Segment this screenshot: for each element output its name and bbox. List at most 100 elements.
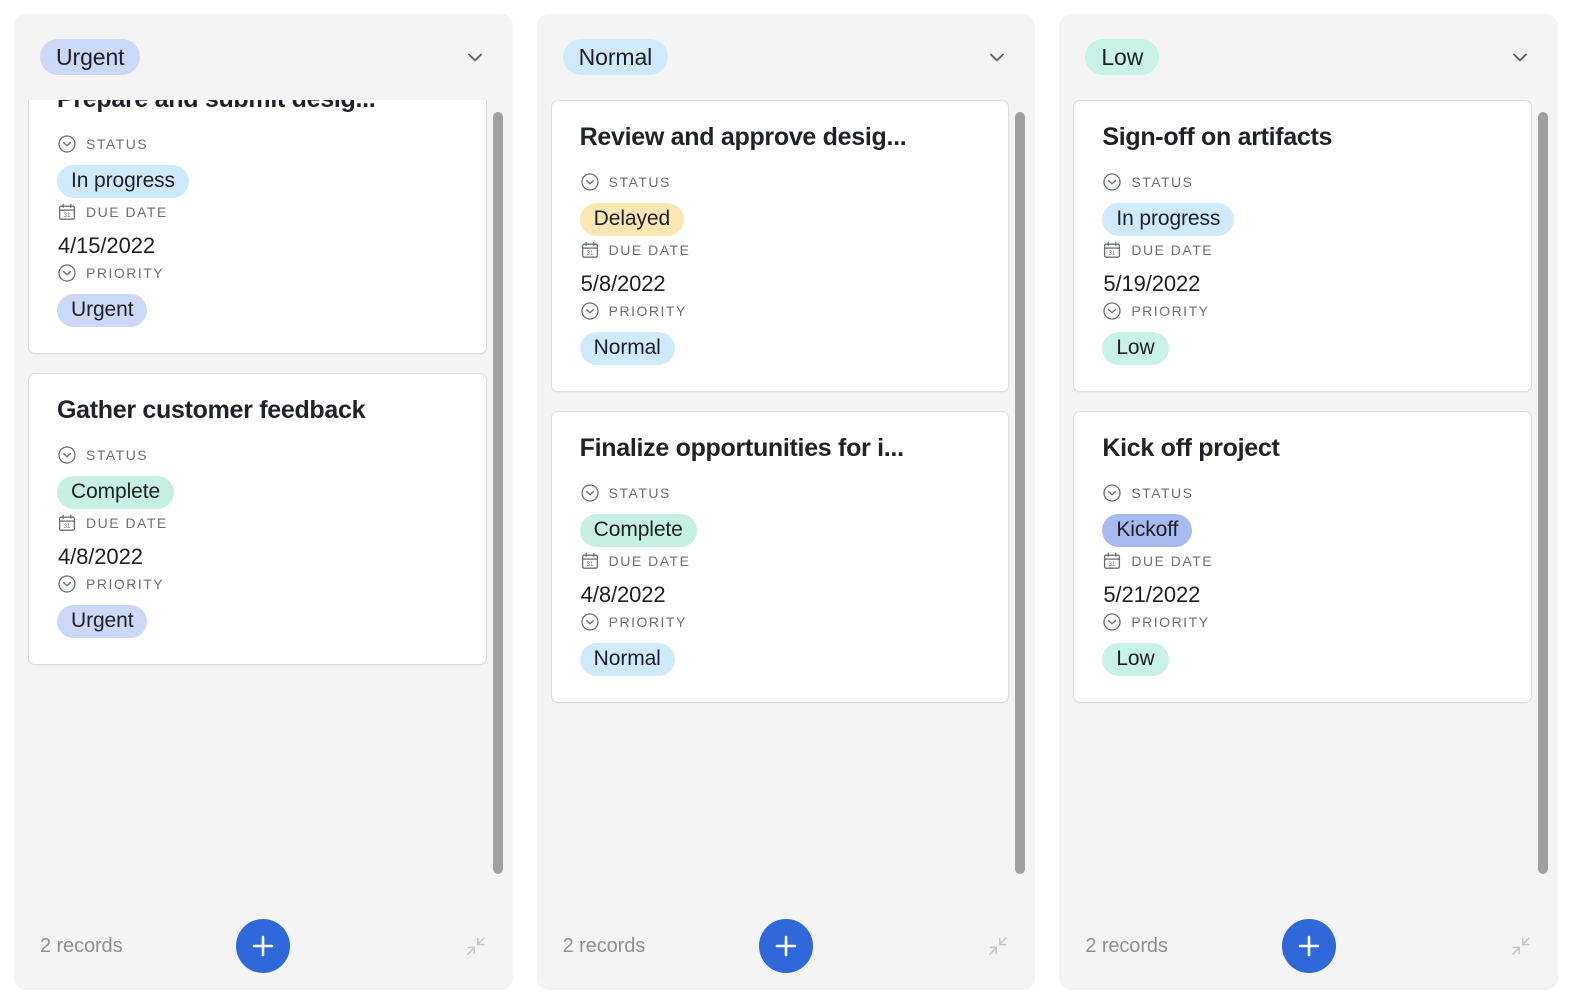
kanban-column-low: Low Sign-off on artifacts STATUS In progres…	[1059, 14, 1559, 990]
record-field: 31 DUE DATE 5/19/2022	[1102, 240, 1503, 297]
field-label: STATUS	[580, 172, 981, 192]
field-label: 31 DUE DATE	[57, 513, 458, 533]
field-label: 31 DUE DATE	[1102, 240, 1503, 260]
select-icon	[57, 445, 77, 465]
record-field: STATUS Delayed	[579, 172, 981, 236]
field-badge[interactable]: Urgent	[57, 293, 148, 327]
field-badge[interactable]: Normal	[579, 331, 675, 365]
field-value: Delayed	[579, 202, 981, 236]
field-badge[interactable]: Complete	[579, 513, 697, 547]
select-icon	[57, 134, 77, 154]
field-value: Normal	[579, 331, 981, 365]
field-value: 5/19/2022	[1102, 271, 1503, 297]
select-icon	[580, 612, 600, 632]
field-text-value: 4/8/2022	[58, 543, 143, 569]
record-field: PRIORITY Normal	[579, 612, 981, 676]
record-card[interactable]: Gather customer feedback STATUS Complete 31…	[28, 372, 487, 665]
field-label-text: PRIORITY	[86, 264, 165, 281]
column-footer: 2 records	[14, 902, 513, 990]
record-count: 2 records	[1085, 934, 1168, 957]
field-badge[interactable]: Kickoff	[1102, 513, 1193, 547]
column-body: Prepare and submit desig... STATUS In prog…	[14, 100, 513, 902]
record-title: Finalize opportunities for i...	[579, 433, 904, 462]
field-label-text: DUE DATE	[1131, 241, 1214, 258]
record-card[interactable]: Sign-off on artifacts STATUS In progress 31…	[1073, 100, 1533, 392]
column-scrollbar-thumb[interactable]	[492, 112, 503, 874]
add-record-button[interactable]	[236, 919, 291, 973]
field-badge[interactable]: Low	[1102, 331, 1169, 365]
column-scrollbar-track[interactable]	[1538, 100, 1549, 902]
field-label: PRIORITY	[580, 301, 981, 321]
field-label-text: STATUS	[86, 135, 149, 152]
column-scrollbar-track[interactable]	[492, 100, 503, 902]
field-label: 31 DUE DATE	[57, 202, 458, 222]
svg-text:31: 31	[1109, 250, 1116, 257]
column-header: Low	[1059, 14, 1558, 100]
field-value: 4/8/2022	[57, 544, 458, 570]
record-field: 31 DUE DATE 4/15/2022	[57, 202, 458, 259]
field-label-text: PRIORITY	[608, 302, 687, 319]
field-badge[interactable]: Low	[1102, 642, 1169, 676]
chevron-down-icon[interactable]	[981, 41, 1013, 73]
field-label: PRIORITY	[1102, 612, 1503, 632]
record-card[interactable]: Review and approve desig... STATUS Delayed…	[550, 100, 1010, 392]
column-scrollbar-track[interactable]	[1015, 100, 1026, 902]
select-icon	[1102, 483, 1122, 503]
calendar-icon: 31	[580, 551, 600, 571]
card-list: Review and approve desig... STATUS Delayed…	[550, 100, 1010, 722]
field-label-text: PRIORITY	[608, 613, 687, 630]
field-badge[interactable]: Complete	[57, 475, 175, 509]
record-field: PRIORITY Urgent	[57, 574, 458, 638]
field-label: STATUS	[57, 445, 458, 465]
record-card[interactable]: Finalize opportunities for i... STATUS Com…	[550, 410, 1010, 703]
field-badge[interactable]: Urgent	[57, 604, 148, 638]
add-record-button[interactable]	[759, 919, 813, 973]
field-label: PRIORITY	[580, 612, 981, 632]
record-field: PRIORITY Low	[1102, 301, 1503, 365]
select-icon	[57, 574, 77, 594]
field-value: 5/8/2022	[580, 271, 981, 297]
field-badge[interactable]: Normal	[579, 642, 675, 676]
field-value: 4/8/2022	[580, 582, 981, 608]
collapse-icon[interactable]	[1506, 931, 1536, 961]
field-badge[interactable]: Delayed	[579, 202, 685, 236]
column-scrollbar-thumb[interactable]	[1538, 112, 1549, 874]
field-value: 5/21/2022	[1102, 582, 1503, 608]
chevron-down-icon[interactable]	[1504, 41, 1536, 73]
field-label-text: STATUS	[1131, 484, 1194, 501]
record-title: Kick off project	[1102, 433, 1280, 462]
field-label: PRIORITY	[57, 263, 458, 283]
kanban-board: Urgent Prepare and submit desig... STATUS I…	[0, 0, 1572, 1004]
record-field: STATUS In progress	[57, 134, 458, 198]
column-footer: 2 records	[1059, 902, 1558, 990]
field-text-value: 5/19/2022	[1103, 270, 1201, 296]
field-label-text: STATUS	[608, 484, 671, 501]
field-label-text: DUE DATE	[1131, 552, 1214, 569]
column-title-chip[interactable]: Normal	[562, 39, 669, 75]
record-field: PRIORITY Low	[1102, 612, 1503, 676]
record-count: 2 records	[40, 934, 123, 957]
record-title: Sign-off on artifacts	[1102, 123, 1333, 151]
field-value: Low	[1102, 331, 1503, 365]
record-card[interactable]: Kick off project STATUS Kickoff 31 DUE DATE 5…	[1073, 410, 1533, 703]
column-title-chip[interactable]: Urgent	[40, 39, 141, 75]
column-title-chip[interactable]: Low	[1085, 39, 1160, 75]
column-body: Sign-off on artifacts STATUS In progress 31…	[1059, 100, 1558, 902]
record-title: Review and approve desig...	[579, 123, 907, 151]
add-record-button[interactable]	[1281, 919, 1336, 973]
field-badge[interactable]: In progress	[57, 164, 189, 198]
select-icon	[1102, 172, 1122, 192]
field-value: Low	[1102, 642, 1503, 676]
record-field: STATUS Kickoff	[1102, 483, 1503, 547]
column-scrollbar-thumb[interactable]	[1015, 112, 1026, 874]
field-label-text: PRIORITY	[1131, 613, 1210, 630]
collapse-icon[interactable]	[983, 931, 1013, 961]
record-field: PRIORITY Urgent	[57, 263, 458, 327]
record-card[interactable]: Prepare and submit desig... STATUS In prog…	[28, 100, 487, 354]
field-label: STATUS	[1102, 483, 1503, 503]
field-value: 4/15/2022	[57, 233, 458, 259]
chevron-down-icon[interactable]	[459, 41, 491, 73]
collapse-icon[interactable]	[461, 931, 491, 961]
field-badge[interactable]: In progress	[1102, 202, 1235, 236]
calendar-icon: 31	[57, 513, 77, 533]
